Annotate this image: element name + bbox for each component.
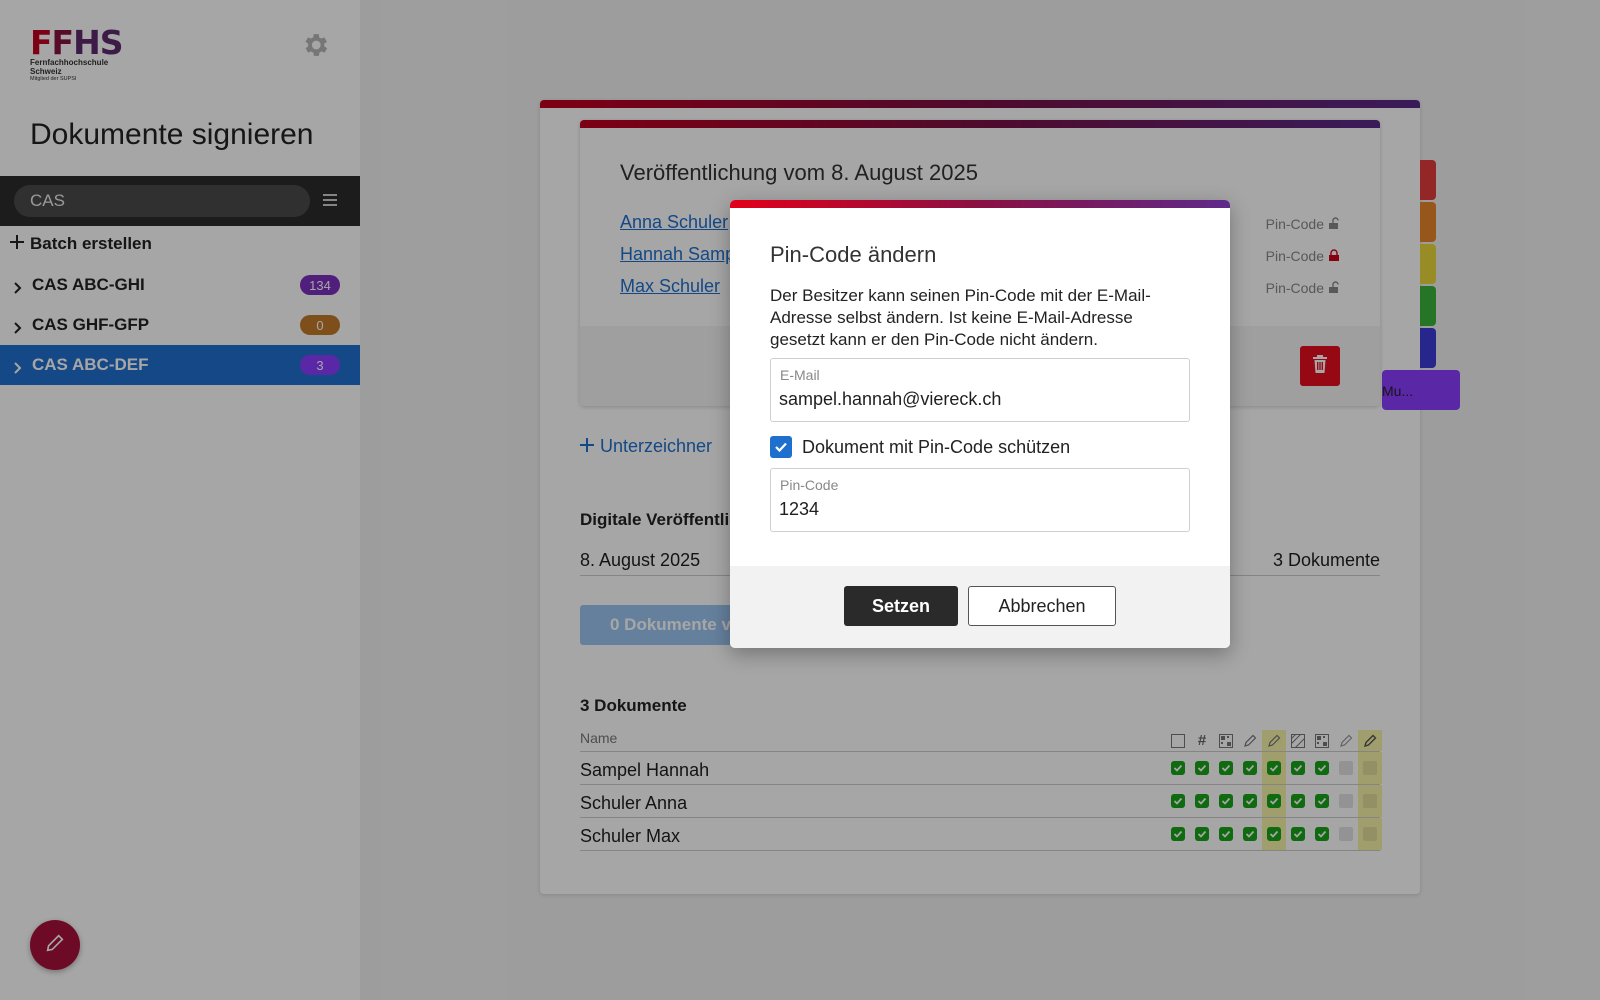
email-field: E-Mail [770, 358, 1190, 422]
email-input[interactable] [779, 389, 1179, 410]
modal-footer: Setzen Abbrechen [730, 566, 1230, 648]
modal-title: Pin-Code ändern [770, 242, 937, 267]
email-label: E-Mail [780, 367, 820, 383]
cancel-button[interactable]: Abbrechen [968, 586, 1116, 626]
set-button[interactable]: Setzen [844, 586, 958, 626]
pin-protect-label: Dokument mit Pin-Code schützen [802, 436, 1071, 457]
pin-code-modal: Pin-Code ändern Der Besitzer kann seinen… [730, 200, 1230, 648]
pin-code-label: Pin-Code [780, 477, 839, 493]
pin-code-field: Pin-Code [770, 468, 1190, 532]
modal-description: Der Besitzer kann seinen Pin-Code mit de… [770, 286, 1151, 349]
pin-protect-row: Dokument mit Pin-Code schützen [770, 436, 1070, 458]
pin-protect-checkbox[interactable] [770, 436, 792, 458]
pin-code-input[interactable] [779, 499, 1179, 520]
